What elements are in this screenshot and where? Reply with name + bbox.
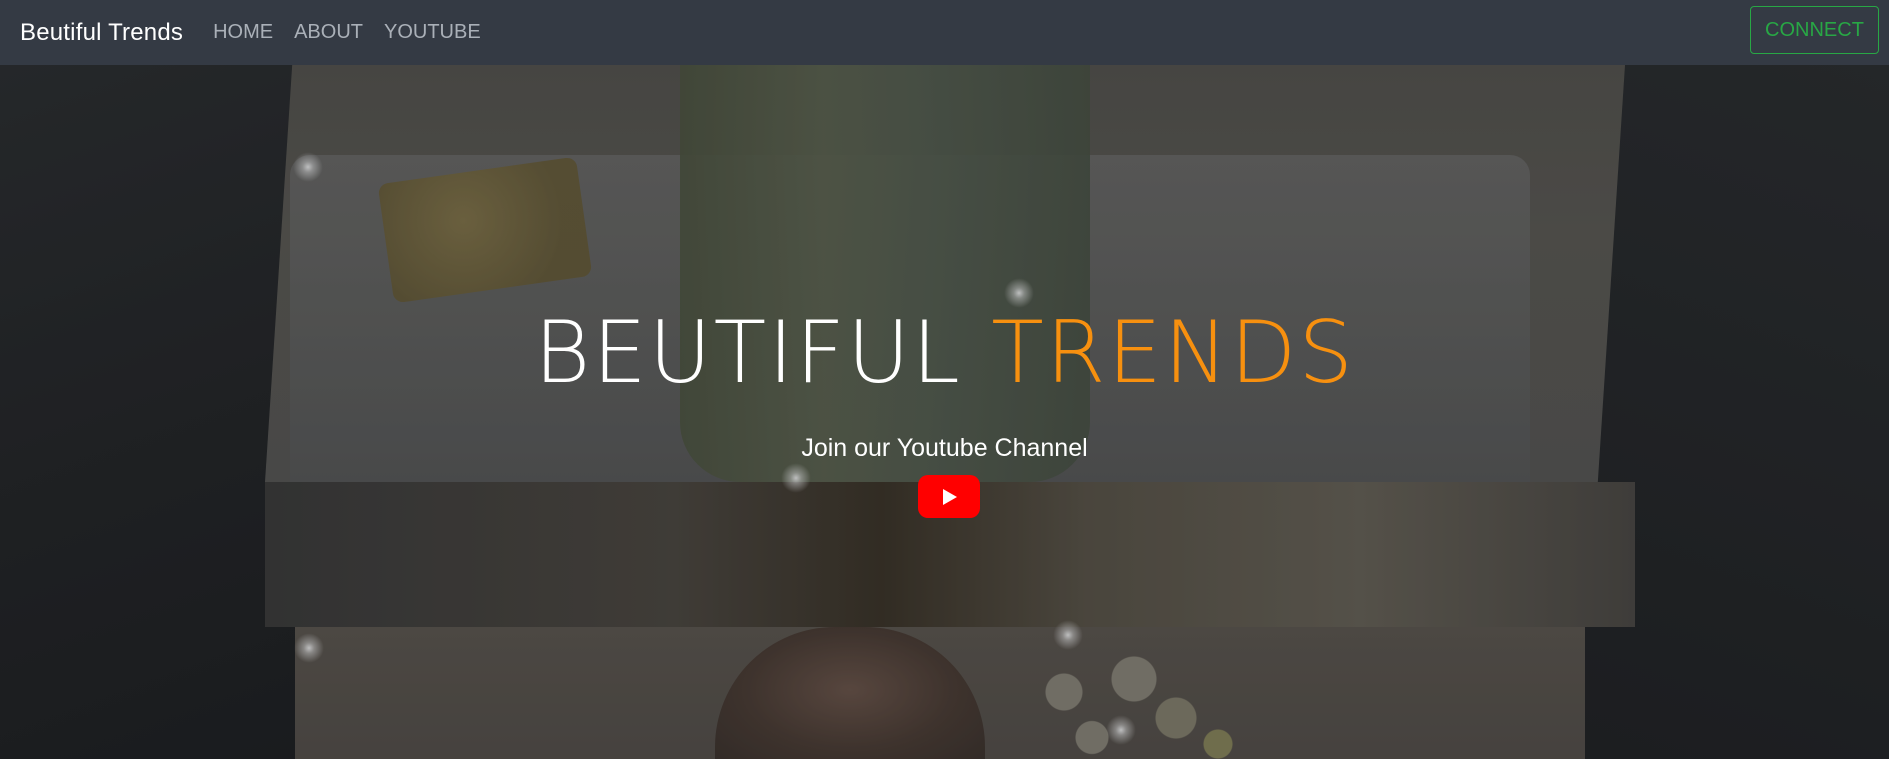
youtube-button[interactable] [918,475,980,518]
navbar: Beutiful Trends HOME ABOUT YOUTUBE CONNE… [0,0,1889,65]
youtube-play-icon [943,488,957,505]
connect-button[interactable]: CONNECT [1750,6,1879,54]
hero-title-part2: TRENDS [991,303,1355,403]
hero-title-part1: BEUTIFUL [534,303,962,403]
nav-links: HOME ABOUT YOUTUBE [213,21,481,44]
hero-section: BEUTIFUL TRENDS Join our Youtube Channel [0,65,1889,759]
nav-link-youtube[interactable]: YOUTUBE [384,21,481,44]
hero-subtitle: Join our Youtube Channel [801,434,1088,462]
nav-link-about[interactable]: ABOUT [294,21,363,44]
brand-logo-link[interactable]: Beutiful Trends [20,19,183,47]
hero-title: BEUTIFUL TRENDS [0,310,1889,396]
hero-content: BEUTIFUL TRENDS Join our Youtube Channel [0,65,1889,759]
nav-link-home[interactable]: HOME [213,21,273,44]
